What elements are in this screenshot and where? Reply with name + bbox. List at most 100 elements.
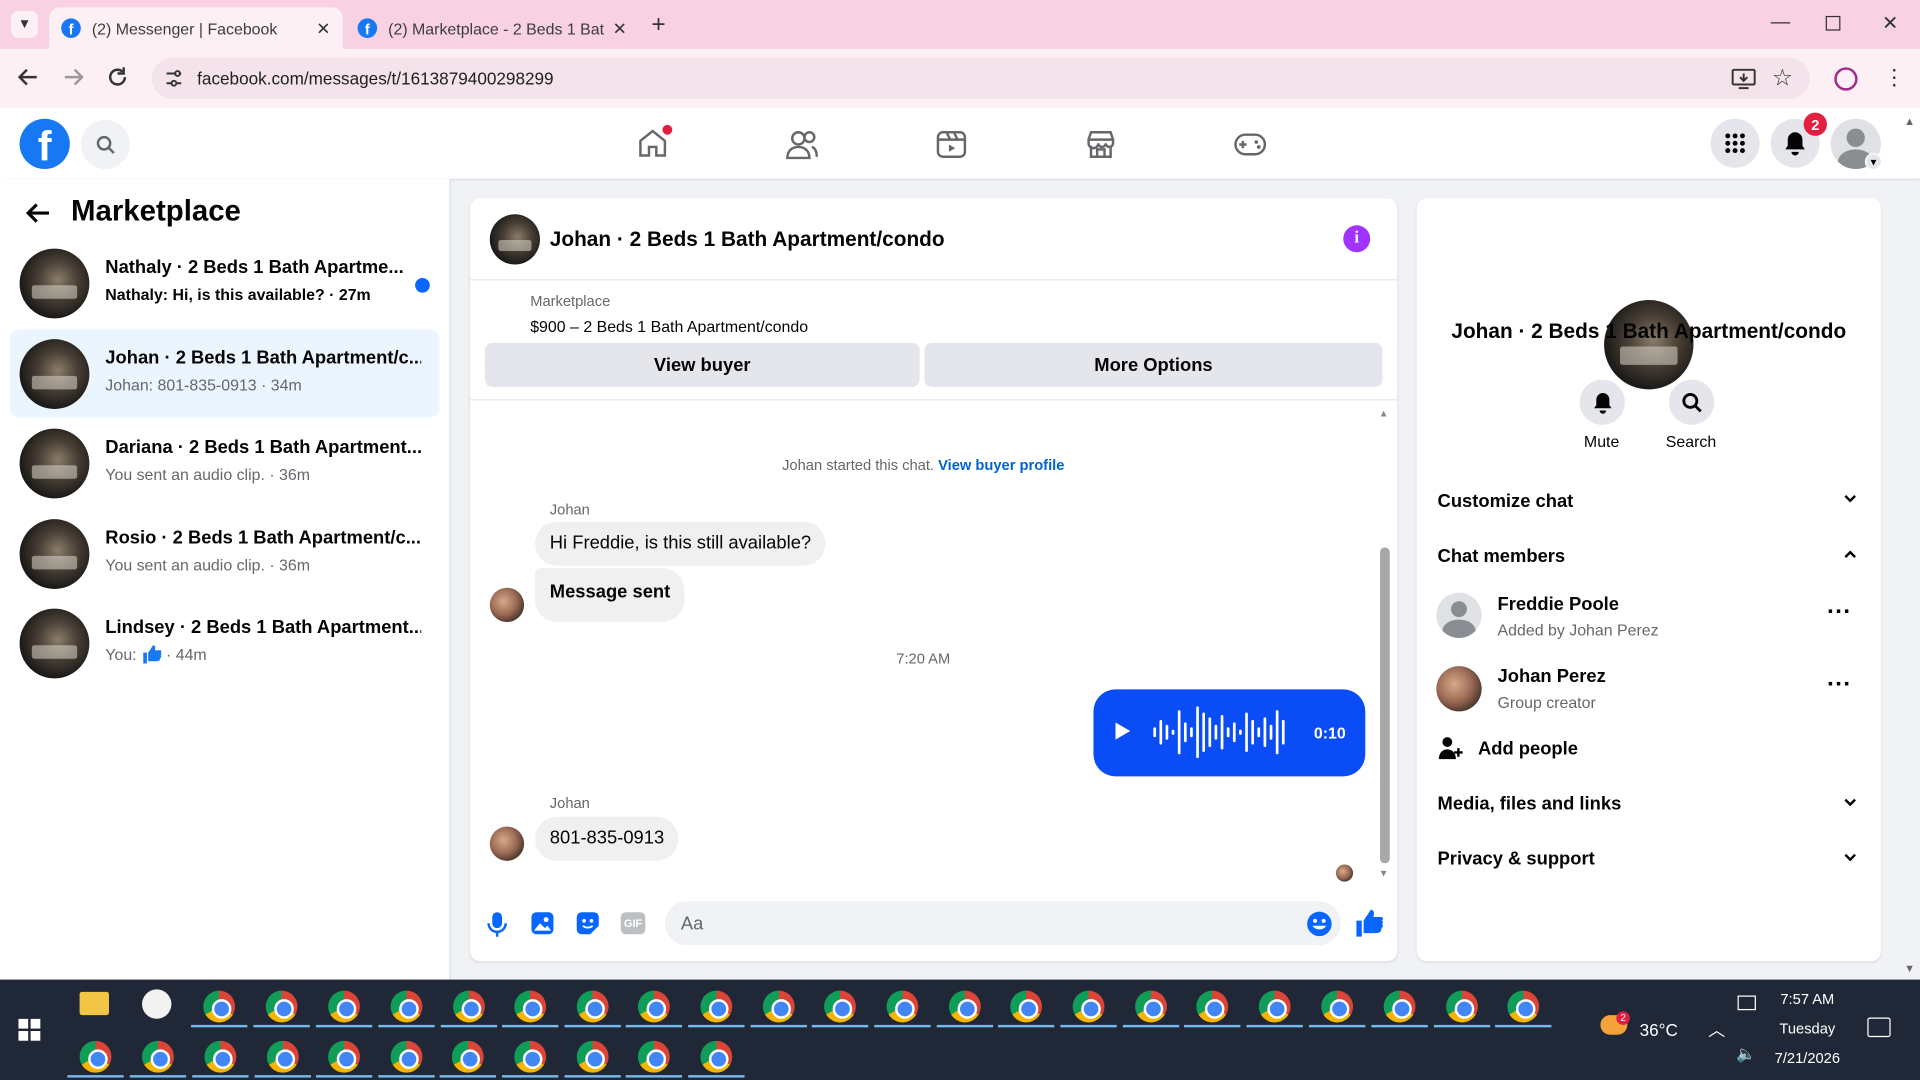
chrome-window-icon[interactable]: [1507, 990, 1540, 1023]
close-window-icon[interactable]: ✕: [1882, 11, 1898, 35]
clock-day[interactable]: Tuesday: [1763, 1020, 1851, 1037]
member-name[interactable]: Johan Perez: [1498, 666, 1606, 687]
message-bubble[interactable]: Hi Freddie, is this still available?: [535, 521, 826, 566]
volume-icon[interactable]: 🔈: [1736, 1044, 1756, 1064]
chrome-window-icon[interactable]: [390, 990, 423, 1023]
add-people-icon[interactable]: [1438, 736, 1465, 760]
chrome-window-icon[interactable]: [265, 990, 298, 1023]
forward-arrow-icon[interactable]: [62, 66, 84, 88]
member-avatar[interactable]: [1436, 592, 1482, 638]
chrome-window-icon[interactable]: [1446, 990, 1478, 1023]
sticker-icon[interactable]: [576, 911, 600, 935]
site-settings-icon[interactable]: [164, 69, 184, 89]
message-bubble[interactable]: 801-835-0913: [535, 816, 679, 861]
chrome-window-icon[interactable]: [637, 990, 670, 1023]
new-tab-plus-icon[interactable]: +: [651, 11, 665, 38]
conversation-item-lindsey[interactable]: Lindsey · 2 Beds 1 Bath Apartment... You…: [10, 599, 440, 687]
add-people-button[interactable]: Add people: [1478, 738, 1578, 759]
thumbs-up-icon[interactable]: [1354, 909, 1383, 937]
chrome-window-icon[interactable]: [1135, 990, 1167, 1023]
emoji-icon[interactable]: [1307, 911, 1333, 937]
chrome-window-icon[interactable]: [700, 1040, 733, 1073]
chrome-window-icon[interactable]: [576, 1040, 609, 1073]
chrome-window-icon[interactable]: [328, 990, 361, 1023]
audio-message-bubble[interactable]: 0:10: [1093, 689, 1366, 777]
chevron-up-icon[interactable]: ︿: [1708, 1018, 1725, 1042]
chrome-window-icon[interactable]: [1321, 990, 1354, 1023]
bookmark-star-icon[interactable]: ☆: [1772, 65, 1793, 93]
video-icon[interactable]: [936, 129, 968, 161]
member-name[interactable]: Freddie Poole: [1498, 594, 1619, 615]
chrome-window-icon[interactable]: [514, 1040, 547, 1073]
sender-avatar[interactable]: [489, 826, 525, 861]
chrome-window-icon[interactable]: [142, 1040, 174, 1073]
back-arrow-icon[interactable]: [24, 200, 51, 227]
chrome-window-icon[interactable]: [637, 1040, 670, 1073]
chrome-window-icon[interactable]: [203, 990, 236, 1023]
close-tab-icon[interactable]: ✕: [613, 18, 627, 39]
chrome-window-icon[interactable]: [1196, 990, 1229, 1023]
close-tab-icon[interactable]: ✕: [316, 18, 330, 39]
scroll-up-arrow-icon[interactable]: ▲: [1904, 115, 1915, 127]
sender-avatar[interactable]: [489, 587, 525, 623]
tab-search-chevron-icon[interactable]: ▼: [11, 11, 38, 38]
chevron-up-icon[interactable]: [1844, 550, 1856, 560]
install-app-icon[interactable]: [1731, 67, 1756, 90]
menu-grid-icon[interactable]: [1710, 118, 1760, 168]
search-icon[interactable]: [80, 120, 130, 169]
chat-scrollbar-thumb[interactable]: [1380, 547, 1390, 864]
conversation-info-icon[interactable]: i: [1343, 225, 1371, 253]
chevron-down-icon[interactable]: [1844, 852, 1856, 862]
play-icon[interactable]: [1114, 721, 1131, 741]
browser-tab-messenger[interactable]: f (2) Messenger | Facebook ✕: [48, 7, 343, 49]
chevron-down-icon[interactable]: [1844, 797, 1856, 807]
chrome-window-icon[interactable]: [576, 990, 609, 1023]
mute-bell-icon[interactable]: [1579, 379, 1625, 425]
facebook-logo[interactable]: f: [19, 118, 70, 169]
chrome-window-icon[interactable]: [948, 990, 981, 1023]
account-chevron-down-icon[interactable]: ▼: [1864, 153, 1883, 171]
chat-title[interactable]: Johan · 2 Beds 1 Bath Apartment/condo: [550, 228, 945, 252]
chat-members-section[interactable]: Chat members: [1438, 546, 1566, 567]
search-in-conversation-icon[interactable]: [1668, 379, 1715, 425]
conversation-item-johan[interactable]: Johan · 2 Beds 1 Bath Apartment/c... Joh…: [9, 329, 440, 418]
chrome-window-icon[interactable]: [451, 1040, 484, 1073]
clock-time[interactable]: 7:57 AM: [1763, 991, 1851, 1008]
minimize-window-icon[interactable]: —: [1771, 12, 1791, 34]
chrome-window-icon[interactable]: [79, 1040, 112, 1073]
message-input[interactable]: Aa: [664, 901, 1341, 946]
chat-header-avatar[interactable]: [489, 214, 541, 265]
chevron-down-icon[interactable]: [1844, 493, 1856, 503]
chrome-window-icon[interactable]: [514, 990, 547, 1023]
file-explorer-icon[interactable]: [79, 991, 109, 1016]
chat-scroll-up-icon[interactable]: ▲: [1379, 408, 1389, 419]
group-avatar[interactable]: [1604, 300, 1694, 390]
notification-center-icon[interactable]: [1867, 1017, 1891, 1038]
gif-icon[interactable]: GIF: [620, 912, 646, 935]
gaming-icon[interactable]: [1233, 131, 1267, 158]
chrome-window-icon[interactable]: [886, 990, 919, 1023]
more-options-button[interactable]: More Options: [924, 342, 1383, 387]
listing-title[interactable]: $900 – 2 Beds 1 Bath Apartment/condo: [530, 317, 808, 335]
browser-menu-icon[interactable]: ⋮: [1883, 65, 1905, 89]
chat-scroll-down-icon[interactable]: ▼: [1379, 868, 1389, 879]
network-icon[interactable]: [1737, 995, 1756, 1011]
chrome-window-icon[interactable]: [266, 1040, 299, 1073]
conversation-item-rosio[interactable]: Rosio · 2 Beds 1 Bath Apartment/c... You…: [10, 509, 440, 597]
chrome-window-icon[interactable]: [204, 1040, 237, 1073]
marketplace-icon[interactable]: [1085, 129, 1117, 161]
url-text[interactable]: facebook.com/messages/t/1613879400298299: [197, 69, 553, 89]
windows-start-icon[interactable]: [18, 1018, 41, 1041]
microphone-icon[interactable]: [486, 911, 508, 938]
conversation-item-dariana[interactable]: Dariana · 2 Beds 1 Bath Apartment... You…: [10, 419, 440, 507]
conversation-item-nathaly[interactable]: Nathaly · 2 Beds 1 Bath Apartme... Natha…: [10, 239, 440, 327]
chrome-window-icon[interactable]: [1258, 990, 1291, 1023]
view-buyer-profile-link[interactable]: View buyer profile: [938, 457, 1064, 474]
chrome-window-icon[interactable]: [328, 1040, 361, 1073]
chrome-window-icon[interactable]: [700, 990, 733, 1023]
photo-attach-icon[interactable]: [530, 911, 554, 935]
clock-date[interactable]: 7/21/2026: [1763, 1049, 1851, 1066]
member-options-icon[interactable]: ···: [1827, 672, 1851, 696]
chrome-window-icon[interactable]: [1072, 990, 1105, 1023]
view-buyer-button[interactable]: View buyer: [484, 342, 920, 387]
